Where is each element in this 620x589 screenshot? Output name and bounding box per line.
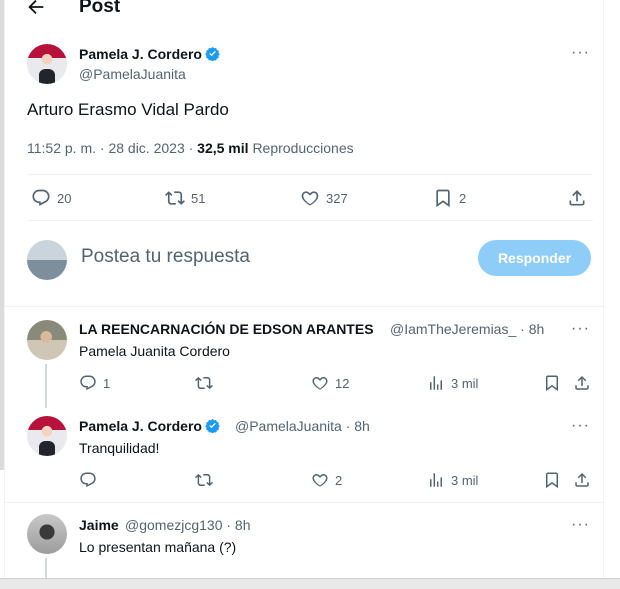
analytics-icon bbox=[430, 473, 442, 487]
author-handle[interactable]: @gomezjcg130 · 8h bbox=[125, 517, 251, 533]
reply-text: Lo presentan mañana (?) bbox=[79, 539, 237, 555]
repost-action[interactable] bbox=[195, 374, 213, 392]
author-name[interactable]: Pamela J. Cordero bbox=[79, 418, 220, 434]
views-label: Reproducciones bbox=[252, 140, 354, 156]
repost-count: 51 bbox=[191, 190, 206, 206]
author-name[interactable]: Jaime bbox=[79, 517, 119, 533]
heart-icon bbox=[301, 191, 319, 206]
post-text: Arturo Erasmo Vidal Pardo bbox=[27, 100, 229, 119]
post-timestamp[interactable]: 11:52 p. m. · 28 dic. 2023 · bbox=[27, 140, 197, 156]
avatar[interactable] bbox=[27, 320, 67, 360]
current-user-avatar bbox=[27, 240, 67, 280]
repost-action[interactable] bbox=[195, 471, 213, 489]
views-count: 32,5 mil bbox=[197, 140, 249, 156]
thread-connector bbox=[45, 558, 47, 578]
heart-icon bbox=[312, 474, 328, 487]
like-count: 2 bbox=[335, 472, 343, 488]
reply-button[interactable]: Responder bbox=[478, 240, 591, 276]
more-options-icon[interactable]: ··· bbox=[571, 517, 590, 533]
views-action[interactable]: 3 mil bbox=[427, 374, 478, 392]
views-action[interactable]: 3 mil bbox=[427, 471, 478, 489]
heart-icon bbox=[312, 377, 328, 390]
more-options-icon[interactable]: ··· bbox=[571, 45, 590, 61]
reply-count: 20 bbox=[57, 190, 72, 206]
like-count: 12 bbox=[335, 375, 350, 391]
taskbar bbox=[0, 578, 620, 589]
author-name[interactable]: Pamela J. Cordero bbox=[79, 46, 220, 62]
post-meta: 11:52 p. m. · 28 dic. 2023 · 32,5 mil Re… bbox=[27, 140, 354, 156]
bookmark-icon bbox=[546, 375, 558, 392]
more-options-icon[interactable]: ··· bbox=[571, 418, 590, 434]
like-action[interactable]: 327 bbox=[300, 188, 348, 208]
reply-count: 1 bbox=[103, 375, 111, 391]
bookmark-action[interactable]: 2 bbox=[433, 188, 466, 208]
share-icon bbox=[575, 472, 589, 487]
share-action[interactable] bbox=[573, 374, 591, 392]
divider bbox=[27, 220, 593, 221]
repost-icon bbox=[165, 191, 185, 205]
post-header: Post bbox=[5, 0, 605, 22]
like-action[interactable]: 2 bbox=[311, 471, 342, 489]
analytics-icon bbox=[430, 376, 442, 390]
share-icon bbox=[575, 375, 589, 390]
reply-text: Tranquilidad! bbox=[79, 440, 160, 456]
reply-icon bbox=[32, 189, 50, 206]
views-count: 3 mil bbox=[451, 375, 479, 391]
avatar[interactable] bbox=[27, 514, 67, 554]
repost-icon bbox=[195, 473, 213, 487]
main-column: Post Pamela J. Cordero @PamelaJuanita ··… bbox=[4, 0, 605, 589]
thread-connector bbox=[45, 364, 47, 408]
avatar[interactable] bbox=[27, 44, 67, 84]
reply-text: Pamela Juanita Cordero bbox=[79, 343, 230, 359]
divider bbox=[5, 306, 605, 307]
verified-badge-icon bbox=[205, 46, 220, 61]
views-count: 3 mil bbox=[451, 472, 479, 488]
back-arrow-icon[interactable] bbox=[25, 0, 47, 18]
share-action[interactable] bbox=[567, 188, 587, 208]
like-count: 327 bbox=[326, 190, 348, 206]
share-icon bbox=[569, 190, 585, 206]
like-action[interactable]: 12 bbox=[311, 374, 349, 392]
divider bbox=[5, 502, 605, 503]
share-action[interactable] bbox=[573, 471, 591, 489]
page-title: Post bbox=[79, 0, 121, 17]
reply-action[interactable]: 20 bbox=[31, 188, 71, 208]
bookmark-action[interactable] bbox=[543, 471, 561, 489]
more-options-icon[interactable]: ··· bbox=[571, 321, 590, 337]
repost-icon bbox=[195, 376, 213, 390]
repost-action[interactable]: 51 bbox=[165, 188, 205, 208]
verified-badge-icon bbox=[205, 418, 220, 433]
reply-icon bbox=[80, 472, 96, 488]
bookmark-icon bbox=[436, 189, 450, 208]
divider bbox=[27, 174, 593, 175]
reply-input[interactable]: Postea tu respuesta bbox=[81, 246, 250, 268]
avatar[interactable] bbox=[27, 416, 67, 456]
author-handle[interactable]: @PamelaJuanita · 8h bbox=[235, 418, 370, 434]
reply-action[interactable] bbox=[79, 471, 97, 489]
author-name[interactable]: LA REENCARNACIÓN DE EDSON ARANTES bbox=[79, 321, 374, 337]
author-handle[interactable]: @PamelaJuanita bbox=[79, 66, 186, 82]
bookmark-action[interactable] bbox=[543, 374, 561, 392]
reply-icon bbox=[80, 375, 96, 391]
author-handle[interactable]: @IamTheJeremias_ · 8h bbox=[390, 321, 544, 337]
bookmark-icon bbox=[546, 472, 558, 489]
bookmark-count: 2 bbox=[459, 190, 467, 206]
reply-action[interactable]: 1 bbox=[79, 374, 110, 392]
